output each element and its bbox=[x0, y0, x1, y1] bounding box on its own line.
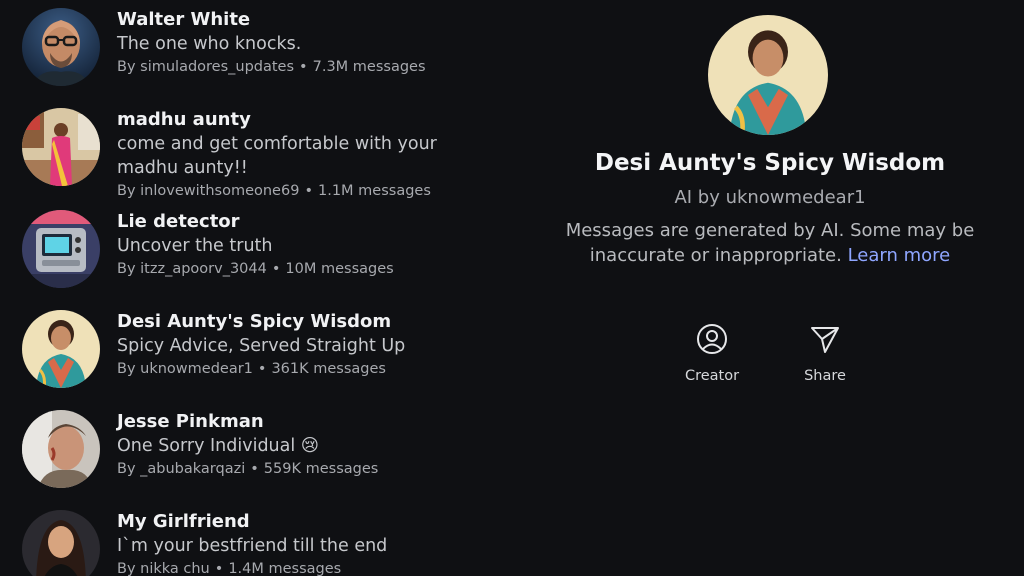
user-circle-icon bbox=[697, 324, 727, 354]
character-name: Desi Aunty's Spicy Wisdom bbox=[117, 311, 392, 332]
message-count: 361K messages bbox=[271, 361, 386, 377]
jesse-pinkman-avatar bbox=[22, 410, 100, 488]
message-count: 559K messages bbox=[263, 461, 379, 477]
character-meta: By _abubakarqazi • 559K messages bbox=[117, 461, 379, 477]
character-author: By inlovewithsomeone69 bbox=[117, 183, 300, 199]
character-description: come and get comfortable with your madhu… bbox=[117, 134, 443, 178]
list-item[interactable]: My Girlfriend I`m your bestfriend till t… bbox=[22, 510, 502, 576]
message-count: 10M messages bbox=[285, 261, 394, 277]
share-label: Share bbox=[804, 368, 846, 384]
message-count: 7.3M messages bbox=[312, 59, 426, 75]
character-name: madhu aunty bbox=[117, 109, 251, 130]
send-icon bbox=[811, 327, 839, 353]
character-author: By _abubakarqazi bbox=[117, 461, 246, 477]
character-description: One Sorry Individual 😢 bbox=[117, 436, 320, 456]
creator-button[interactable]: Creator bbox=[667, 322, 757, 392]
list-item-text: Desi Aunty's Spicy Wisdom Spicy Advice, … bbox=[117, 310, 517, 380]
character-meta: By uknowmedear1 • 361K messages bbox=[117, 361, 386, 377]
list-item-text: Jesse Pinkman One Sorry Individual 😢 By … bbox=[117, 410, 517, 480]
character-meta: By inlovewithsomeone69 • 1.1M messages bbox=[117, 183, 431, 199]
learn-more-link[interactable]: Learn more bbox=[848, 245, 951, 266]
character-author: By nikka chu bbox=[117, 561, 210, 576]
character-description: I`m your bestfriend till the end bbox=[117, 536, 388, 556]
girlfriend-avatar bbox=[22, 510, 100, 576]
list-item-text: madhu aunty come and get comfortable wit… bbox=[117, 108, 517, 202]
detail-title: Desi Aunty's Spicy Wisdom bbox=[594, 150, 946, 176]
character-description: The one who knocks. bbox=[117, 34, 302, 54]
walter-white-avatar bbox=[22, 8, 100, 86]
character-author: By itzz_apoorv_3044 bbox=[117, 261, 267, 277]
list-item-text: Walter White The one who knocks. By simu… bbox=[117, 8, 517, 78]
character-description: Spicy Advice, Served Straight Up bbox=[117, 336, 406, 356]
app-root: Walter White The one who knocks. By simu… bbox=[0, 0, 1024, 576]
message-count: 1.4M messages bbox=[228, 561, 342, 576]
message-count: 1.1M messages bbox=[318, 183, 431, 199]
list-item-text: Lie detector Uncover the truth By itzz_a… bbox=[117, 210, 517, 280]
character-author: By simuladores_updates bbox=[117, 59, 295, 75]
list-item[interactable]: madhu aunty come and get comfortable wit… bbox=[22, 108, 502, 199]
character-meta: By simuladores_updates • 7.3M messages bbox=[117, 59, 426, 75]
creator-label: Creator bbox=[684, 368, 740, 384]
madhu-aunty-avatar bbox=[22, 108, 100, 186]
detail-avatar bbox=[708, 15, 828, 135]
list-item[interactable]: Walter White The one who knocks. By simu… bbox=[22, 8, 502, 98]
list-item-text: My Girlfriend I`m your bestfriend till t… bbox=[117, 510, 517, 576]
character-name: Lie detector bbox=[117, 211, 240, 232]
share-button[interactable]: Share bbox=[780, 322, 870, 392]
character-meta: By nikka chu • 1.4M messages bbox=[117, 561, 342, 576]
character-name: My Girlfriend bbox=[117, 511, 250, 532]
desi-aunty-avatar bbox=[22, 310, 100, 388]
list-item[interactable]: Desi Aunty's Spicy Wisdom Spicy Advice, … bbox=[22, 310, 502, 400]
character-name: Jesse Pinkman bbox=[117, 411, 264, 432]
list-item[interactable]: Jesse Pinkman One Sorry Individual 😢 By … bbox=[22, 410, 502, 500]
character-author: By uknowmedear1 bbox=[117, 361, 253, 377]
lie-detector-avatar bbox=[22, 210, 100, 288]
character-name: Walter White bbox=[117, 9, 251, 30]
character-description: Uncover the truth bbox=[117, 236, 273, 256]
character-list: Walter White The one who knocks. By simu… bbox=[0, 0, 520, 576]
list-item[interactable]: Lie detector Uncover the truth By itzz_a… bbox=[22, 210, 502, 300]
character-meta: By itzz_apoorv_3044 • 10M messages bbox=[117, 261, 394, 277]
character-detail-panel: Desi Aunty's Spicy Wisdom AI by uknowmed… bbox=[540, 0, 1010, 576]
ai-disclaimer: Messages are generated by AI. Some may b… bbox=[540, 218, 1000, 268]
detail-by-line: AI by uknowmedear1 bbox=[674, 187, 866, 208]
